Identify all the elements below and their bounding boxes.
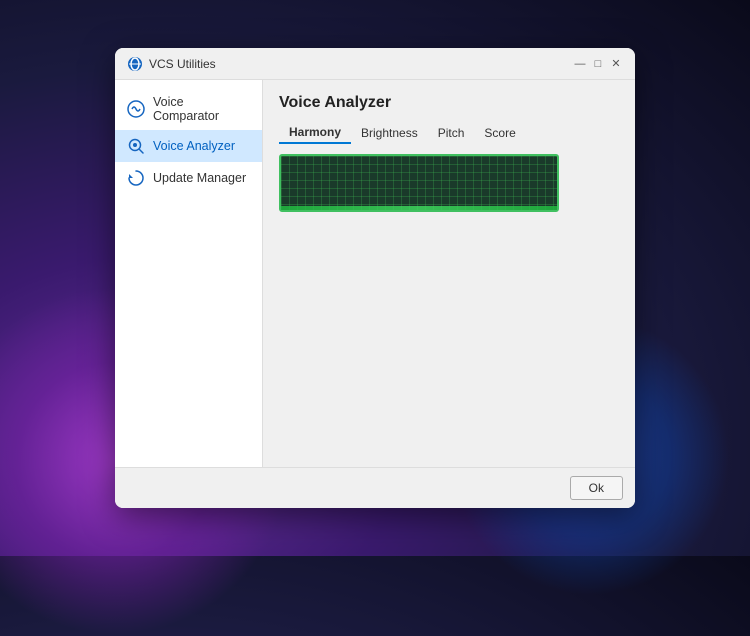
voice-analyzer-icon — [127, 137, 145, 155]
sidebar-item-voice-analyzer[interactable]: Voice Analyzer — [115, 130, 262, 162]
title-bar-controls: — □ ✕ — [573, 57, 623, 71]
title-bar: VCS Utilities — □ ✕ — [115, 48, 635, 80]
update-manager-icon — [127, 169, 145, 187]
sidebar-item-update-manager[interactable]: Update Manager — [115, 162, 262, 194]
sidebar-label-voice-analyzer: Voice Analyzer — [153, 139, 235, 153]
tab-pitch[interactable]: Pitch — [428, 122, 475, 144]
tabs-bar: Harmony Brightness Pitch Score — [279, 122, 619, 144]
title-bar-left: VCS Utilities — [127, 56, 216, 72]
tab-score[interactable]: Score — [474, 122, 525, 144]
sidebar-item-voice-comparator[interactable]: Voice Comparator — [115, 88, 262, 130]
maximize-button[interactable]: □ — [591, 57, 605, 71]
tab-harmony[interactable]: Harmony — [279, 122, 351, 144]
voice-comparator-icon — [127, 100, 145, 118]
sidebar-label-update-manager: Update Manager — [153, 171, 246, 185]
close-button[interactable]: ✕ — [609, 57, 623, 71]
window-body: Voice Comparator Voice Analyzer — [115, 80, 635, 467]
tab-brightness[interactable]: Brightness — [351, 122, 428, 144]
sidebar: Voice Comparator Voice Analyzer — [115, 80, 263, 467]
page-title: Voice Analyzer — [279, 94, 619, 112]
minimize-button[interactable]: — — [573, 57, 587, 71]
ok-button[interactable]: Ok — [570, 476, 623, 500]
grid-overlay — [281, 156, 557, 210]
sidebar-label-voice-comparator: Voice Comparator — [153, 95, 250, 123]
window-footer: Ok — [115, 467, 635, 508]
grid-glow — [281, 206, 557, 210]
app-icon — [127, 56, 143, 72]
analyzer-display — [279, 154, 559, 212]
main-content: Voice Analyzer Harmony Brightness Pitch … — [263, 80, 635, 467]
main-window: VCS Utilities — □ ✕ Voice Comparator — [115, 48, 635, 508]
app-title: VCS Utilities — [149, 57, 216, 71]
